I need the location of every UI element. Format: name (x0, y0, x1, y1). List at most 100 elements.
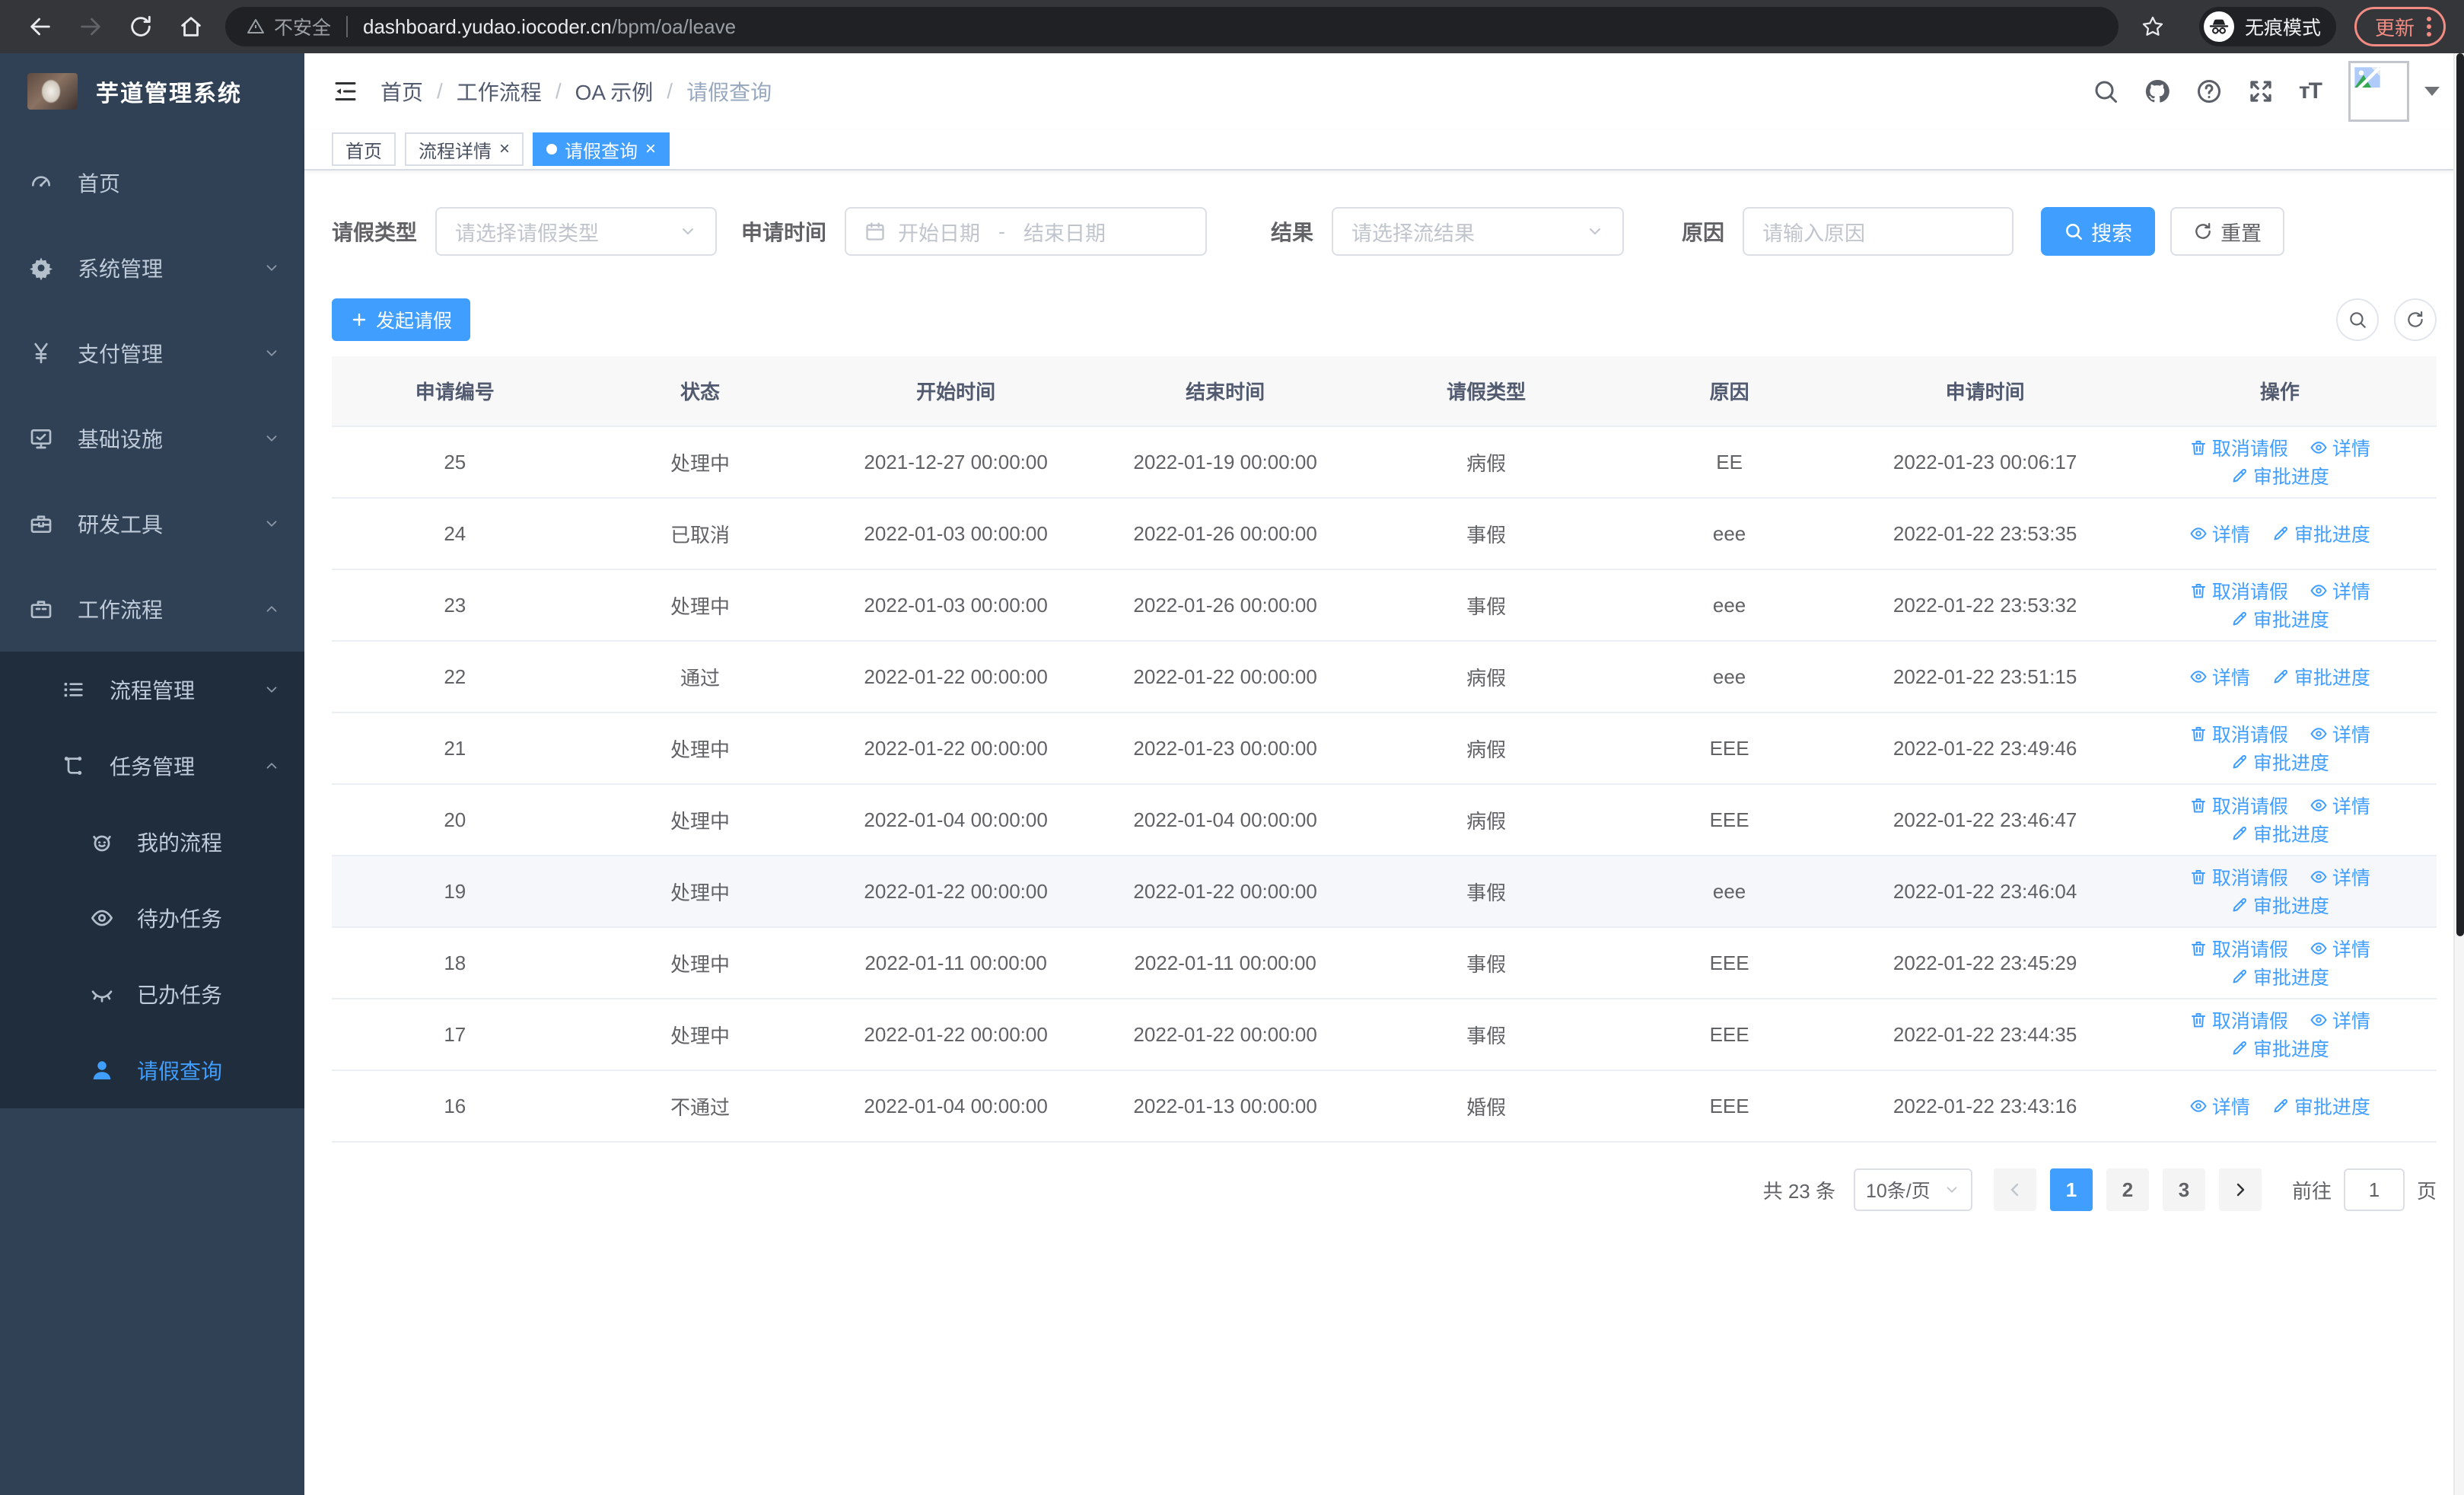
address-bar[interactable]: 不安全 dashboard.yudao.iocoder.cn/bpm/oa/le… (225, 7, 2119, 46)
action-label: 取消请假 (2211, 582, 2288, 603)
row-actions: 取消请假 详情 审批进度 (2122, 784, 2437, 856)
cancel-action-link[interactable]: 取消请假 (2189, 577, 2288, 604)
request-id: 19 (332, 856, 578, 928)
progress-action-link[interactable]: 审批进度 (2230, 605, 2329, 633)
progress-action-link[interactable]: 审批进度 (2271, 1092, 2370, 1120)
breadcrumb-item[interactable]: OA 示例 (575, 76, 654, 107)
date-end-placeholder[interactable]: 结束日期 (1023, 217, 1106, 247)
page-size-value: 10条/页 (1865, 1181, 1931, 1202)
avatar-caret-icon[interactable] (2424, 87, 2440, 96)
next-page-button[interactable] (2218, 1168, 2262, 1211)
browser-update-button[interactable]: 更新 (2354, 7, 2446, 46)
trash-icon (2189, 796, 2212, 814)
tab-leave-query[interactable]: 请假查询 × (533, 132, 670, 166)
table-row: 17 处理中 2022-01-22 00:00:00 2022-01-22 00:00… (332, 999, 2437, 1071)
page-button-2[interactable]: 2 (2106, 1168, 2149, 1211)
prev-page-button[interactable] (1993, 1168, 2036, 1211)
create-leave-button[interactable]: 发起请假 (332, 298, 471, 341)
result-select[interactable]: 请选择流结果 (1332, 207, 1625, 256)
leave-type-select[interactable]: 请选择请假类型 (435, 207, 718, 256)
progress-action-link[interactable]: 审批进度 (2230, 891, 2329, 919)
cancel-action-link[interactable]: 取消请假 (2189, 1006, 2288, 1034)
help-icon[interactable] (2195, 78, 2223, 105)
page-button-1[interactable]: 1 (2049, 1168, 2093, 1211)
forward-icon[interactable] (78, 14, 103, 40)
detail-action-link[interactable]: 详情 (2189, 1092, 2250, 1120)
sidebar-item-todo-tasks[interactable]: 待办任务 (0, 880, 304, 956)
reset-button[interactable]: 重置 (2170, 207, 2285, 256)
breadcrumb-item[interactable]: 首页 (380, 76, 423, 107)
sidebar-item-workflow[interactable]: 工作流程 (0, 566, 304, 652)
avatar[interactable] (2348, 61, 2409, 122)
back-icon[interactable] (27, 14, 53, 40)
progress-action-link[interactable]: 审批进度 (2230, 820, 2329, 847)
progress-action-link[interactable]: 审批进度 (2230, 462, 2329, 489)
font-size-icon[interactable]: ᴛT (2299, 78, 2322, 104)
sidebar-item-payment[interactable]: 支付管理 (0, 311, 304, 396)
progress-action-link[interactable]: 审批进度 (2271, 520, 2370, 547)
apply-time: 2022-01-22 23:53:35 (1847, 498, 2123, 570)
apply-time-range-picker[interactable]: 开始日期 - 结束日期 (845, 207, 1208, 256)
close-tab-icon[interactable]: × (645, 140, 656, 158)
refresh-table-button[interactable] (2394, 298, 2437, 341)
tab-process-detail[interactable]: 流程详情 × (405, 132, 524, 166)
reason-input[interactable]: 请输入原因 (1743, 207, 2014, 256)
progress-action-link[interactable]: 审批进度 (2230, 1034, 2329, 1062)
search-icon[interactable] (2092, 78, 2119, 105)
detail-action-link[interactable]: 详情 (2189, 663, 2250, 690)
scrollbar[interactable] (2453, 53, 2464, 1495)
sidebar-item-task-mgmt[interactable]: 任务管理 (0, 728, 304, 804)
detail-action-link[interactable]: 详情 (2310, 577, 2370, 604)
cancel-action-link[interactable]: 取消请假 (2189, 720, 2288, 748)
breadcrumb-item[interactable]: 工作流程 (457, 76, 542, 107)
detail-action-link[interactable]: 详情 (2189, 520, 2250, 547)
pencil-icon (2230, 824, 2253, 843)
scrollbar-thumb[interactable] (2456, 53, 2464, 936)
detail-action-link[interactable]: 详情 (2310, 935, 2370, 962)
app-logo-row[interactable]: 芋道管理系统 (0, 53, 304, 128)
github-icon[interactable] (2144, 78, 2171, 105)
cancel-action-link[interactable]: 取消请假 (2189, 792, 2288, 819)
sidebar-item-leave-query[interactable]: 请假查询 (0, 1032, 304, 1108)
sidebar-item-system[interactable]: 系统管理 (0, 225, 304, 311)
close-tab-icon[interactable]: × (499, 140, 510, 158)
detail-action-link[interactable]: 详情 (2310, 863, 2370, 891)
goto-page-input[interactable]: 1 (2343, 1168, 2405, 1211)
detail-action-link[interactable]: 详情 (2310, 434, 2370, 461)
detail-action-link[interactable]: 详情 (2310, 792, 2370, 819)
sidebar-item-home[interactable]: 首页 (0, 140, 304, 225)
bookmark-star-icon[interactable] (2140, 14, 2166, 40)
progress-action-link[interactable]: 审批进度 (2271, 663, 2370, 690)
toggle-search-button[interactable] (2336, 298, 2379, 341)
search-button[interactable]: 搜索 (2041, 207, 2156, 256)
page-size-select[interactable]: 10条/页 (1853, 1168, 1972, 1211)
browser-menu-icon[interactable] (2427, 17, 2432, 37)
cancel-action-link[interactable]: 取消请假 (2189, 434, 2288, 461)
column-header: 开始时间 (822, 356, 1090, 427)
sidebar-item-process-mgmt[interactable]: 流程管理 (0, 652, 304, 728)
request-id: 18 (332, 927, 578, 999)
sidebar-item-infra[interactable]: 基础设施 (0, 396, 304, 481)
cancel-action-link[interactable]: 取消请假 (2189, 863, 2288, 891)
sidebar-item-my-process[interactable]: 我的流程 (0, 804, 304, 880)
fullscreen-icon[interactable] (2247, 78, 2275, 105)
sidebar-item-devtools[interactable]: 研发工具 (0, 481, 304, 566)
progress-action-link[interactable]: 审批进度 (2230, 963, 2329, 990)
progress-action-link[interactable]: 审批进度 (2230, 748, 2329, 776)
url-path[interactable]: /bpm/oa/leave (612, 15, 736, 39)
page-button-3[interactable]: 3 (2162, 1168, 2205, 1211)
chevron-left-icon (2010, 1183, 2019, 1197)
pencil-icon (2230, 610, 2253, 628)
reload-icon[interactable] (128, 14, 154, 40)
url-host[interactable]: dashboard.yudao.iocoder.cn (363, 15, 612, 39)
security-label[interactable]: 不安全 (274, 13, 331, 40)
date-start-placeholder[interactable]: 开始日期 (898, 217, 980, 247)
detail-action-link[interactable]: 详情 (2310, 720, 2370, 748)
cancel-action-link[interactable]: 取消请假 (2189, 935, 2288, 962)
tab-home[interactable]: 首页 (332, 132, 396, 166)
home-icon[interactable] (178, 14, 204, 40)
sidebar-item-done-tasks[interactable]: 已办任务 (0, 956, 304, 1032)
detail-action-link[interactable]: 详情 (2310, 1006, 2370, 1034)
update-label[interactable]: 更新 (2375, 13, 2415, 41)
collapse-sidebar-icon[interactable] (332, 78, 359, 105)
